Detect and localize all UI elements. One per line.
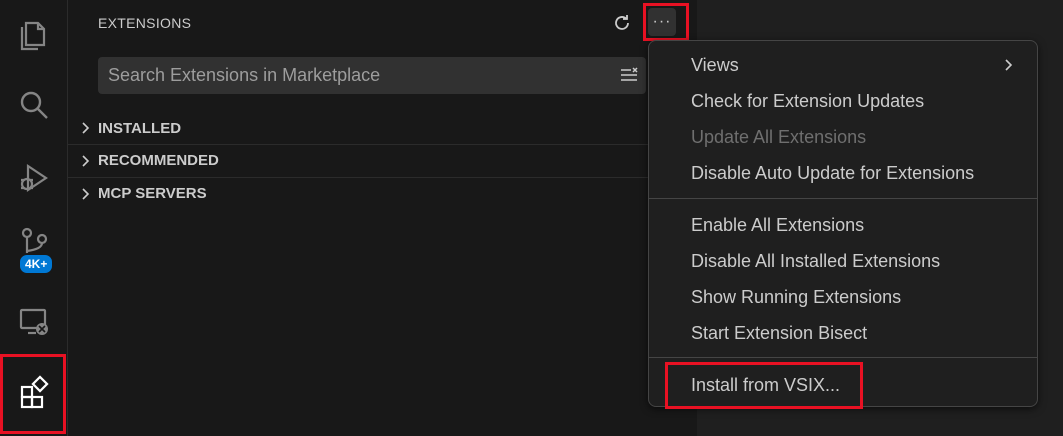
activity-extensions[interactable] bbox=[0, 360, 68, 426]
menu-separator bbox=[649, 357, 1037, 358]
extensions-sidebar: EXTENSIONS ··· Search Extensions in Mark… bbox=[68, 0, 697, 436]
section-label: RECOMMENDED bbox=[98, 152, 219, 169]
menu-item-label: Check for Extension Updates bbox=[691, 90, 925, 111]
search-placeholder: Search Extensions in Marketplace bbox=[108, 65, 381, 85]
menu-item-label: Disable All Installed Extensions bbox=[691, 250, 941, 271]
menu-item-label: Install from VSIX... bbox=[691, 374, 841, 395]
section-label: MCP SERVERS bbox=[98, 185, 207, 202]
menu-item-label: Update All Extensions bbox=[691, 126, 867, 147]
section-recommended[interactable]: RECOMMENDED bbox=[68, 144, 697, 176]
filter-icon[interactable] bbox=[618, 64, 640, 86]
menu-item-label: Views bbox=[691, 54, 739, 75]
files-icon bbox=[20, 21, 46, 51]
activity-run-debug[interactable] bbox=[0, 145, 68, 211]
activity-explorer[interactable] bbox=[0, 0, 68, 66]
menu-item-disable-auto-update[interactable]: Disable Auto Update for Extensions bbox=[649, 156, 1037, 190]
menu-item-enable-all[interactable]: Enable All Extensions bbox=[649, 208, 1037, 242]
chevron-right-icon bbox=[82, 122, 90, 134]
menu-item-label: Show Running Extensions bbox=[691, 286, 902, 307]
source-control-badge: 4K+ bbox=[18, 253, 55, 275]
chevron-right-icon bbox=[82, 154, 90, 167]
menu-item-label: Disable Auto Update for Extensions bbox=[691, 162, 975, 183]
search-icon bbox=[20, 91, 48, 119]
menu-item-views[interactable]: Views bbox=[649, 48, 1037, 82]
menu-item-label: Start Extension Bisect bbox=[691, 322, 868, 343]
refresh-button[interactable] bbox=[609, 10, 635, 36]
menu-item-disable-all-installed[interactable]: Disable All Installed Extensions bbox=[649, 244, 1037, 278]
menu-item-update-all: Update All Extensions bbox=[649, 120, 1037, 154]
section-mcp-servers[interactable]: MCP SERVERS bbox=[68, 177, 697, 209]
chevron-right-icon bbox=[1005, 59, 1013, 71]
menu-separator bbox=[649, 198, 1037, 199]
remote-explorer-icon bbox=[19, 308, 48, 335]
menu-item-extension-bisect[interactable]: Start Extension Bisect bbox=[649, 316, 1037, 350]
refresh-icon bbox=[615, 15, 629, 30]
menu-item-check-updates[interactable]: Check for Extension Updates bbox=[649, 84, 1037, 118]
activity-search[interactable] bbox=[0, 72, 68, 138]
chevron-right-icon bbox=[82, 187, 90, 200]
menu-item-show-running[interactable]: Show Running Extensions bbox=[649, 280, 1037, 314]
activity-bar: 4K+ bbox=[0, 0, 68, 436]
extensions-more-actions-menu: Views Check for Extension Updates Update… bbox=[648, 40, 1038, 407]
run-debug-icon bbox=[20, 163, 48, 193]
section-label: INSTALLED bbox=[98, 119, 182, 137]
extensions-icon bbox=[20, 375, 49, 409]
sidebar-title: EXTENSIONS bbox=[98, 15, 192, 31]
more-actions-button[interactable]: ··· bbox=[648, 8, 676, 36]
menu-item-install-from-vsix[interactable]: Install from VSIX... bbox=[649, 368, 1037, 402]
menu-item-label: Enable All Extensions bbox=[691, 214, 865, 235]
search-input[interactable]: Search Extensions in Marketplace bbox=[98, 57, 646, 94]
activity-remote-explorer[interactable] bbox=[0, 288, 68, 354]
section-installed[interactable]: INSTALLED bbox=[68, 112, 697, 144]
